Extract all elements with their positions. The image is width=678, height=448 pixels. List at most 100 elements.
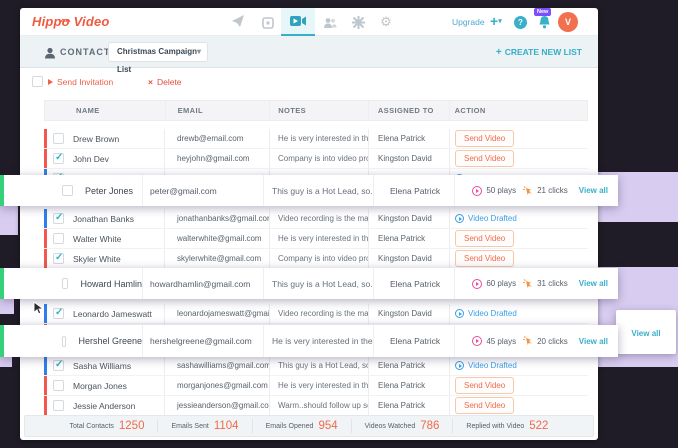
play-icon xyxy=(472,279,482,289)
expanded-row-card[interactable]: Hershel Greene hershelgreene@gmail.com H… xyxy=(0,325,618,357)
plays-stat: 50 plays xyxy=(472,186,516,196)
video-drafted-link[interactable]: Video Drafted xyxy=(455,309,517,318)
plus-icon: + xyxy=(496,47,502,58)
campaign-list-dropdown[interactable]: Christmas Campaign List ▾ xyxy=(108,42,208,62)
row-accent xyxy=(44,396,47,415)
table-row[interactable]: Skyler White skylerwhite@gmail.com Compa… xyxy=(44,249,588,269)
send-icon[interactable] xyxy=(231,15,245,29)
view-all-link[interactable]: View all xyxy=(631,329,660,338)
table-row[interactable]: Jessie Anderson jessieanderson@gmail.com… xyxy=(44,396,588,416)
send-video-button[interactable]: Send Video xyxy=(455,377,514,394)
stat-emails-opened: Emails Opened954 xyxy=(253,419,352,433)
table-row[interactable]: Sasha Williams sashawilliams@gmail.com T… xyxy=(44,356,588,376)
contact-email: sashawilliams@gmail.com xyxy=(165,356,270,375)
row-checkbox[interactable] xyxy=(53,308,64,319)
contact-email: skylerwhite@gmail.com xyxy=(165,249,270,268)
table-row[interactable]: Morgan Jones morganjones@gmail.com He is… xyxy=(44,376,588,396)
view-all-link[interactable]: View all xyxy=(579,186,608,195)
contact-notes: Video recording is the mai... xyxy=(270,209,369,228)
row-checkbox[interactable] xyxy=(53,380,64,391)
view-all-popover: View all xyxy=(616,310,676,354)
contact-email: heyjohn@gmail.com xyxy=(165,149,270,168)
col-email: EMAIL xyxy=(166,101,271,120)
contacts-table: NAME EMAIL NOTES ASSIGNED TO ACTION Drew… xyxy=(44,100,588,409)
contact-notes: Video recording is the mai... xyxy=(270,304,369,323)
contact-email: jonathanbanks@gmail.com xyxy=(165,209,270,228)
send-arrow-icon xyxy=(48,79,53,85)
expanded-row-card[interactable]: Peter Jones peter@gmail.com This guy is … xyxy=(0,175,618,206)
assigned-to: Elena Patrick xyxy=(369,376,450,395)
row-accent xyxy=(44,229,47,248)
chevron-down-icon: ▾ xyxy=(197,43,201,61)
play-icon xyxy=(472,186,482,196)
library-icon[interactable] xyxy=(261,16,275,30)
row-checkbox[interactable] xyxy=(62,278,68,289)
play-icon xyxy=(472,336,482,346)
send-invitation-button[interactable]: Send Invitation xyxy=(48,77,113,87)
row-checkbox[interactable] xyxy=(53,153,64,164)
add-new-button[interactable]: +▾ xyxy=(490,13,502,29)
settings-icon[interactable]: ⚙ xyxy=(379,15,393,29)
row-accent xyxy=(44,356,47,375)
send-video-button[interactable]: Send Video xyxy=(455,230,514,247)
contact-name: Jonathan Banks xyxy=(73,214,134,224)
clicks-stat: 31 clicks xyxy=(523,279,568,289)
contact-email: jessieanderson@gmail.com xyxy=(165,396,270,415)
col-name: NAME xyxy=(45,101,166,120)
contact-notes: This guy is a Hot Lead, so... xyxy=(264,268,374,299)
select-all-checkbox[interactable] xyxy=(32,76,43,87)
send-video-button[interactable]: Send Video xyxy=(455,150,514,167)
col-notes: NOTES xyxy=(270,101,369,120)
view-all-link[interactable]: View all xyxy=(579,279,608,288)
table-row[interactable]: Walter White walterwhite@gmail.com He is… xyxy=(44,229,588,249)
contact-name: Skyler White xyxy=(73,254,121,264)
contact-email: peter@gmail.com xyxy=(143,175,264,206)
table-row[interactable]: Drew Brown drewb@email.com He is very in… xyxy=(44,129,588,149)
contact-name: Morgan Jones xyxy=(73,381,127,391)
stat-replied-with-video: Replied with Video522 xyxy=(453,419,561,433)
col-assigned: ASSIGNED TO xyxy=(369,101,450,120)
stat-total-contacts: Total Contacts1250 xyxy=(57,419,159,433)
video-camera-icon[interactable] xyxy=(281,8,315,36)
notifications-bell-icon[interactable] xyxy=(538,15,552,31)
video-drafted-link[interactable]: Video Drafted xyxy=(455,361,517,370)
assigned-to: Elena Patrick xyxy=(374,175,455,206)
avatar[interactable]: V xyxy=(558,12,578,32)
send-video-button[interactable]: Send Video xyxy=(455,130,514,147)
assigned-to: Elena Patrick xyxy=(369,396,450,415)
contact-email: drewb@email.com xyxy=(165,129,270,148)
upgrade-link[interactable]: Upgrade xyxy=(452,17,485,27)
row-checkbox[interactable] xyxy=(53,233,64,244)
table-row[interactable]: Jonathan Banks jonathanbanks@gmail.com V… xyxy=(44,209,588,229)
click-cursor-icon xyxy=(523,186,533,196)
send-video-button[interactable]: Send Video xyxy=(455,397,514,414)
row-checkbox[interactable] xyxy=(53,133,64,144)
expanded-row-card[interactable]: Howard Hamlin howardhamlin@gmail.com Thi… xyxy=(0,268,618,299)
row-checkbox[interactable] xyxy=(53,360,64,371)
delete-button[interactable]: ×Delete xyxy=(148,77,182,87)
click-cursor-icon xyxy=(523,279,533,289)
table-row[interactable]: Leonardo Jameswatt leonardojameswatt@gma… xyxy=(44,304,588,324)
row-checkbox[interactable] xyxy=(53,213,64,224)
assigned-to: Elena Patrick xyxy=(369,356,450,375)
play-icon xyxy=(455,214,464,223)
contact-notes: This guy is a Hot Lead, so... xyxy=(264,175,374,206)
row-checkbox[interactable] xyxy=(62,185,73,196)
view-all-link[interactable]: View all xyxy=(579,337,608,346)
help-button[interactable]: ? xyxy=(514,16,527,29)
create-new-list-button[interactable]: +CREATE NEW LIST xyxy=(496,47,582,58)
stats-footer: Total Contacts1250 Emails Sent1104 Email… xyxy=(24,415,594,437)
row-checkbox[interactable] xyxy=(53,400,64,411)
row-checkbox[interactable] xyxy=(62,336,66,347)
integrations-icon[interactable] xyxy=(351,16,365,30)
mouse-cursor-icon xyxy=(33,302,46,320)
contact-person-icon xyxy=(44,46,56,64)
send-video-button[interactable]: Send Video xyxy=(455,250,514,267)
contact-name: Howard Hamlin xyxy=(80,279,142,289)
lavender-blob xyxy=(0,206,18,235)
video-drafted-link[interactable]: Video Drafted xyxy=(455,214,517,223)
contact-name: Peter Jones xyxy=(85,186,133,196)
contacts-icon[interactable] xyxy=(323,16,337,30)
row-checkbox[interactable] xyxy=(53,253,64,264)
table-row[interactable]: John Dev heyjohn@gmail.com Company is in… xyxy=(44,149,588,169)
